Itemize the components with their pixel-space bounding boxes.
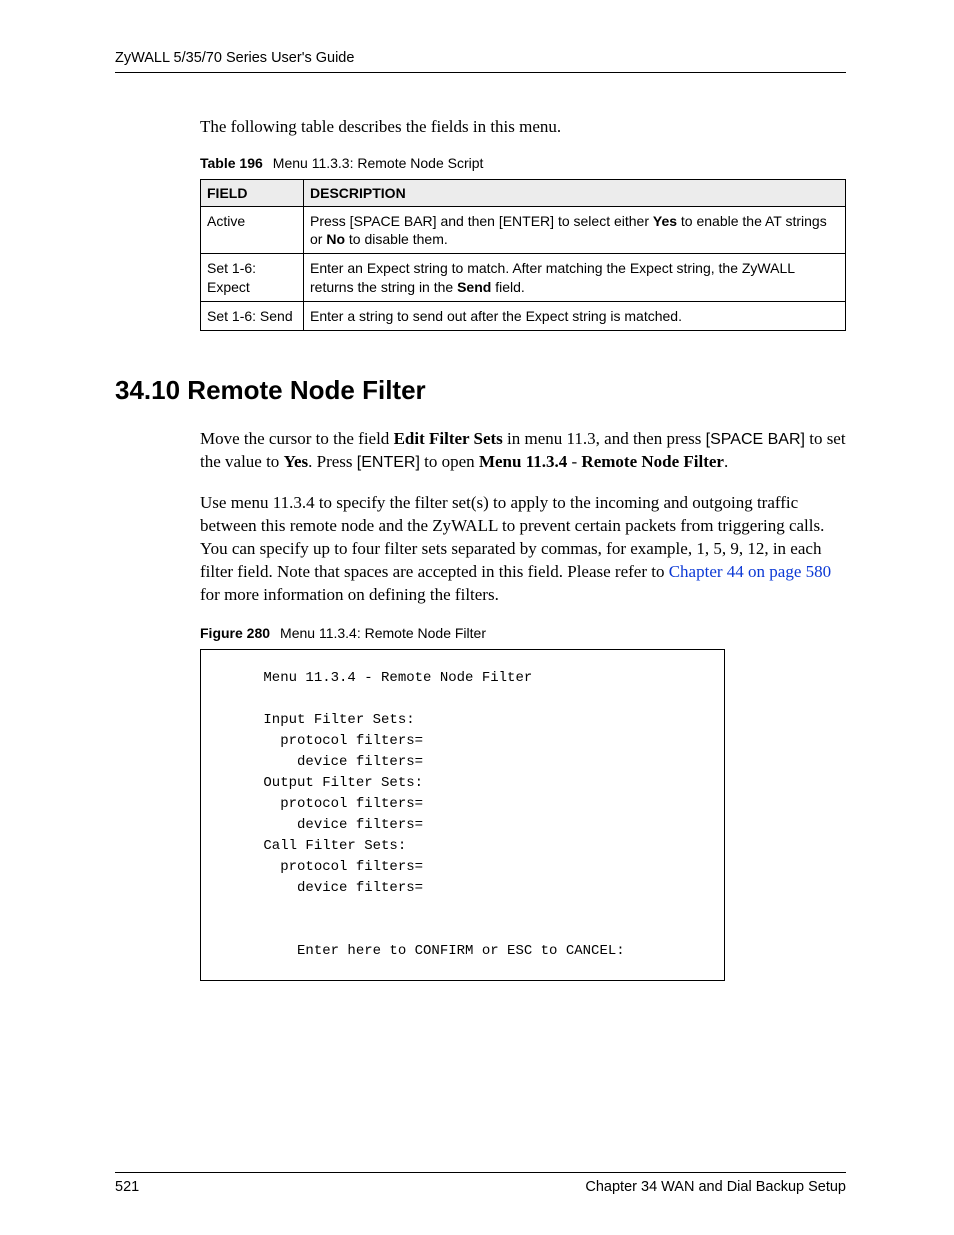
col-field: FIELD	[201, 180, 304, 207]
text-bold: Send	[457, 279, 491, 295]
text-bold: Menu 11.3.4	[479, 452, 567, 471]
menu-box: Menu 11.3.4 - Remote Node Filter Input F…	[200, 649, 725, 981]
text-key: [ENTER]	[357, 454, 420, 471]
cell-desc: Enter an Expect string to match. After m…	[304, 254, 846, 301]
cell-field: Set 1-6: Expect	[201, 254, 304, 301]
section-heading: 34.10 Remote Node Filter	[115, 375, 846, 406]
page-number: 521	[115, 1179, 139, 1195]
text-bold: No	[326, 231, 345, 247]
body-paragraph-1: Move the cursor to the field Edit Filter…	[115, 428, 846, 474]
text: Enter an Expect string to match. After m…	[310, 260, 795, 294]
chapter-label: Chapter 34 WAN and Dial Backup Setup	[585, 1179, 846, 1195]
text: Press [SPACE BAR] and then [ENTER] to se…	[310, 213, 653, 229]
text-key: [SPACE BAR]	[706, 431, 805, 448]
figure-caption: Figure 280 Menu 11.3.4: Remote Node Filte…	[115, 625, 846, 641]
cross-reference-link[interactable]: Chapter 44 on page 580	[669, 562, 831, 581]
text-bold: Edit Filter Sets	[394, 429, 503, 448]
table-row: Set 1-6: Send Enter a string to send out…	[201, 301, 846, 330]
body-paragraph-2: Use menu 11.3.4 to specify the filter se…	[115, 492, 846, 607]
menu-text: Menu 11.3.4 - Remote Node Filter Input F…	[213, 668, 712, 962]
table-header-row: FIELD DESCRIPTION	[201, 180, 846, 207]
figure-caption-text: Menu 11.3.4: Remote Node Filter	[280, 625, 486, 641]
text: Move the cursor to the field	[200, 429, 394, 448]
page-footer: 521 Chapter 34 WAN and Dial Backup Setup	[115, 1172, 846, 1195]
col-description: DESCRIPTION	[304, 180, 846, 207]
page: ZyWALL 5/35/70 Series User's Guide The f…	[0, 0, 954, 1235]
cell-field: Active	[201, 207, 304, 254]
table-caption-label: Table 196	[200, 155, 263, 171]
page-header: ZyWALL 5/35/70 Series User's Guide	[115, 50, 846, 73]
text: in menu 11.3, and then press	[503, 429, 706, 448]
text-bold: Yes	[284, 452, 309, 471]
text-bold: Yes	[653, 213, 677, 229]
table-caption: Table 196 Menu 11.3.3: Remote Node Script	[115, 155, 846, 171]
text: field.	[491, 279, 524, 295]
intro-paragraph: The following table describes the fields…	[115, 117, 846, 137]
figure-caption-label: Figure 280	[200, 625, 270, 641]
cell-desc: Enter a string to send out after the Exp…	[304, 301, 846, 330]
text: for more information on defining the fil…	[200, 585, 499, 604]
cell-field: Set 1-6: Send	[201, 301, 304, 330]
content-area: The following table describes the fields…	[115, 73, 846, 1172]
text: . Press	[308, 452, 357, 471]
cell-desc: Press [SPACE BAR] and then [ENTER] to se…	[304, 207, 846, 254]
text: -	[567, 452, 581, 471]
table-caption-text: Menu 11.3.3: Remote Node Script	[273, 155, 484, 171]
text: to open	[420, 452, 479, 471]
text-bold: Remote Node Filter	[581, 452, 724, 471]
text: .	[724, 452, 728, 471]
text: to disable them.	[345, 231, 448, 247]
table-row: Active Press [SPACE BAR] and then [ENTER…	[201, 207, 846, 254]
fields-table: FIELD DESCRIPTION Active Press [SPACE BA…	[200, 179, 846, 331]
table-row: Set 1-6: Expect Enter an Expect string t…	[201, 254, 846, 301]
